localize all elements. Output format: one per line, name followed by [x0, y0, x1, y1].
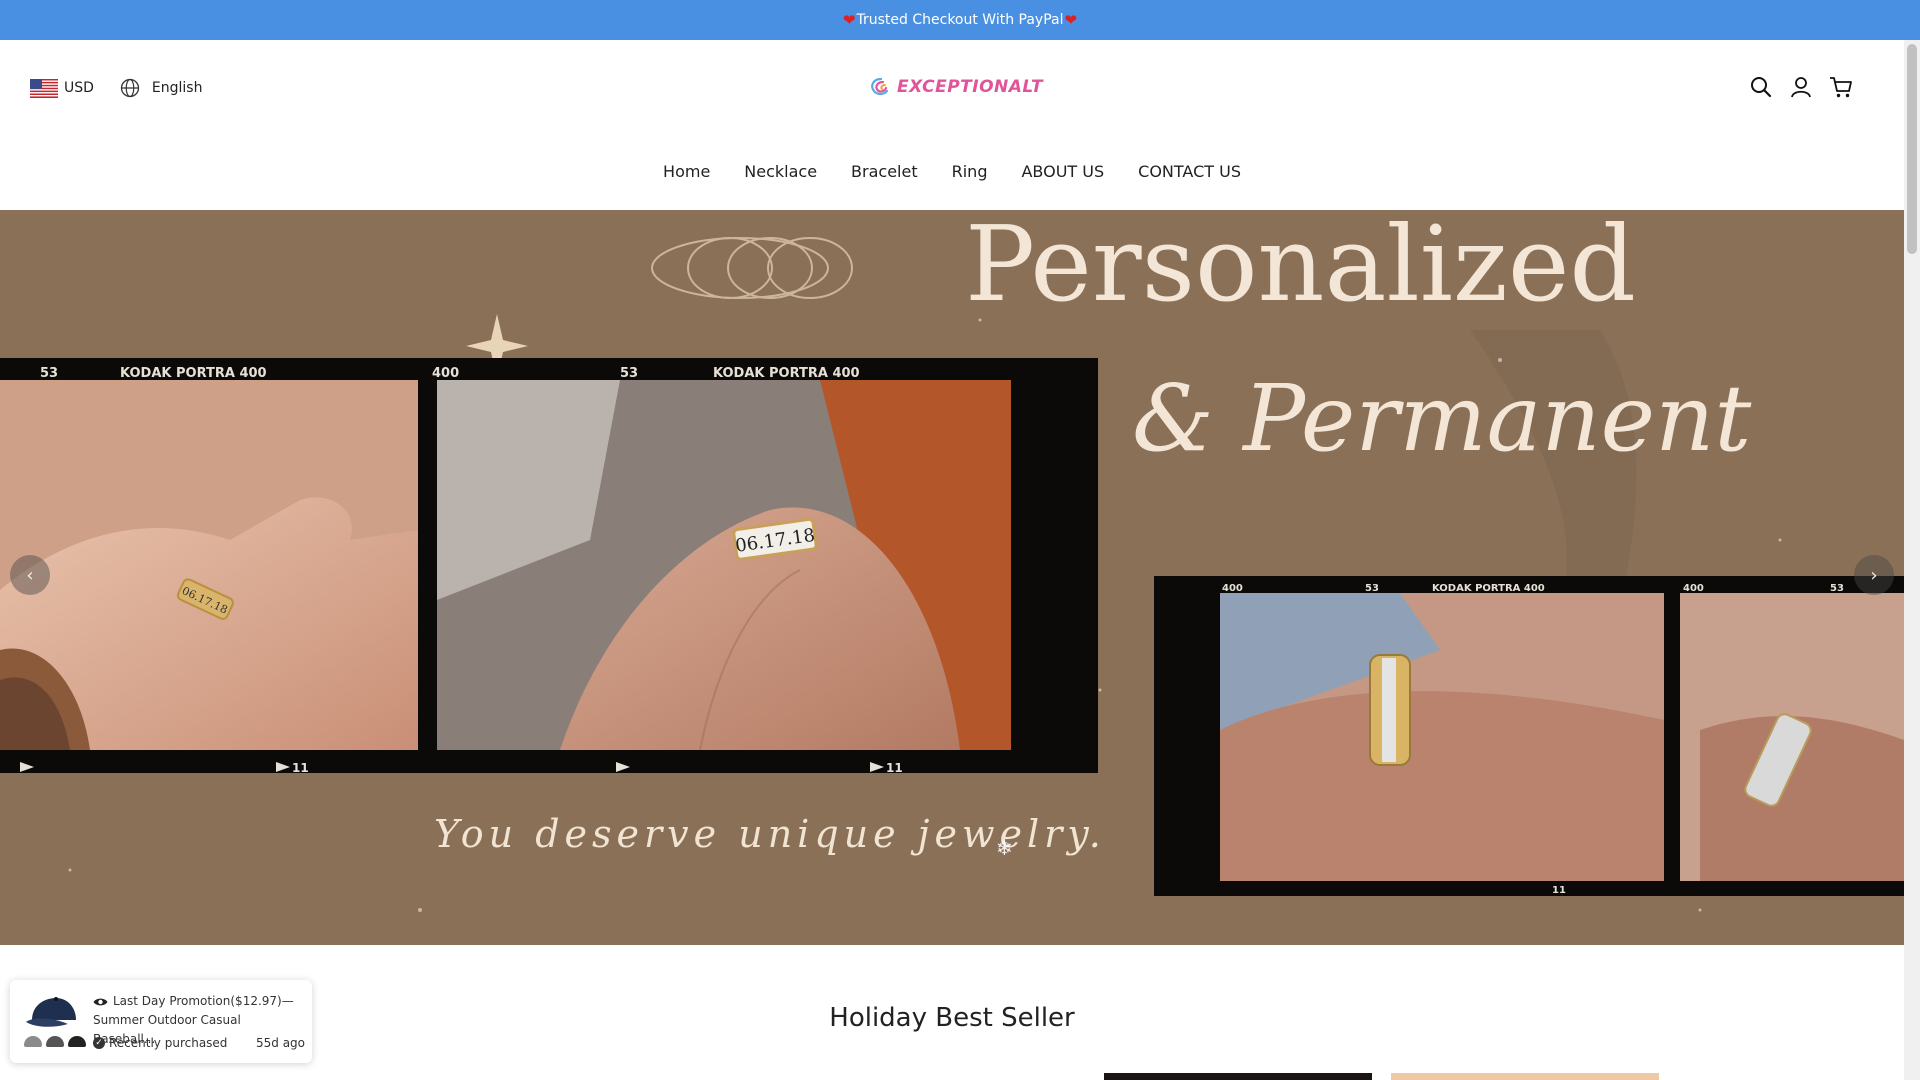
- variant-swatch: [46, 1036, 64, 1047]
- product-image: [26, 997, 76, 1027]
- variant-swatch: [24, 1036, 42, 1047]
- language-selector[interactable]: English: [152, 80, 203, 96]
- popup-status: ✓ Recently purchased: [93, 1036, 227, 1050]
- main-nav: Home Necklace Bracelet Ring ABOUT US CON…: [0, 162, 1904, 181]
- hero-image: 06.17.18 06.17.18 53 KODAK PORTRA 400 40…: [0, 210, 1904, 945]
- film-label: KODAK PORTRA 400: [713, 366, 860, 381]
- heart-icon: ❤: [1064, 11, 1078, 29]
- product-grid-preview: [0, 1073, 1904, 1080]
- film-number: 11: [886, 761, 903, 775]
- check-icon: ✓: [93, 1037, 105, 1049]
- film-number: 400: [1222, 583, 1243, 594]
- hero-banner[interactable]: 06.17.18 06.17.18 53 KODAK PORTRA 400 40…: [0, 210, 1904, 945]
- film-number: 400: [432, 366, 459, 381]
- film-number: 400: [1683, 583, 1704, 594]
- film-number: 11: [292, 761, 309, 775]
- variant-swatch: [68, 1036, 86, 1047]
- announcement-bar: ❤ Trusted Checkout With PayPal ❤: [0, 0, 1920, 40]
- film-label: KODAK PORTRA 400: [1432, 583, 1545, 594]
- announcement-text: Trusted Checkout With PayPal: [856, 12, 1064, 28]
- us-flag-icon[interactable]: [30, 78, 58, 98]
- film-number: 53: [1365, 583, 1379, 594]
- film-number: 53: [620, 366, 638, 381]
- logo-text: EXCEPTIONALT: [897, 77, 1044, 97]
- scrollbar-thumb[interactable]: [1907, 44, 1917, 254]
- film-number: 53: [1830, 583, 1844, 594]
- account-icon[interactable]: [1788, 74, 1814, 100]
- currency-selector[interactable]: USD: [64, 80, 94, 96]
- hero-headline-2: & Permanent: [1132, 365, 1752, 472]
- cart-icon[interactable]: [1828, 74, 1854, 100]
- film-number: 11: [1552, 885, 1566, 896]
- snowflake-icon: ❄: [362, 976, 384, 1006]
- logo-swirl-icon: [871, 77, 889, 96]
- recent-purchase-popup[interactable]: Last Day Promotion($12.97)—Summer Outdoo…: [10, 980, 312, 1063]
- nav-item-about-us[interactable]: ABOUT US: [1021, 162, 1104, 181]
- site-header: USD English EXCEPTIONALT Home Necklace B…: [0, 40, 1904, 210]
- carousel-prev-button[interactable]: ‹: [10, 555, 50, 595]
- hero-headline-1: Personalized: [965, 210, 1636, 325]
- heart-icon: ❤: [842, 11, 856, 29]
- site-logo[interactable]: EXCEPTIONALT: [868, 76, 1043, 98]
- popup-time-ago: 55d ago: [256, 1036, 306, 1050]
- film-number: 53: [40, 366, 58, 381]
- nav-item-home[interactable]: Home: [663, 162, 710, 181]
- product-variants: [24, 1036, 86, 1047]
- snowflake-icon: ❄: [996, 836, 1013, 860]
- globe-icon[interactable]: [120, 78, 140, 98]
- product-thumbnail[interactable]: [1391, 1073, 1659, 1080]
- nav-item-contact-us[interactable]: CONTACT US: [1138, 162, 1241, 181]
- film-label: KODAK PORTRA 400: [120, 366, 267, 381]
- page-scrollbar[interactable]: [1904, 40, 1920, 1080]
- nav-item-bracelet[interactable]: Bracelet: [851, 162, 918, 181]
- locale-selector: USD English: [30, 78, 202, 98]
- popup-status-text: Recently purchased: [109, 1036, 228, 1050]
- product-thumbnail[interactable]: [1104, 1073, 1372, 1080]
- eye-icon: [93, 998, 108, 1006]
- header-actions: [1748, 74, 1854, 100]
- nav-item-necklace[interactable]: Necklace: [744, 162, 817, 181]
- search-icon[interactable]: [1748, 74, 1774, 100]
- carousel-next-button[interactable]: ›: [1854, 555, 1894, 595]
- nav-item-ring[interactable]: Ring: [952, 162, 988, 181]
